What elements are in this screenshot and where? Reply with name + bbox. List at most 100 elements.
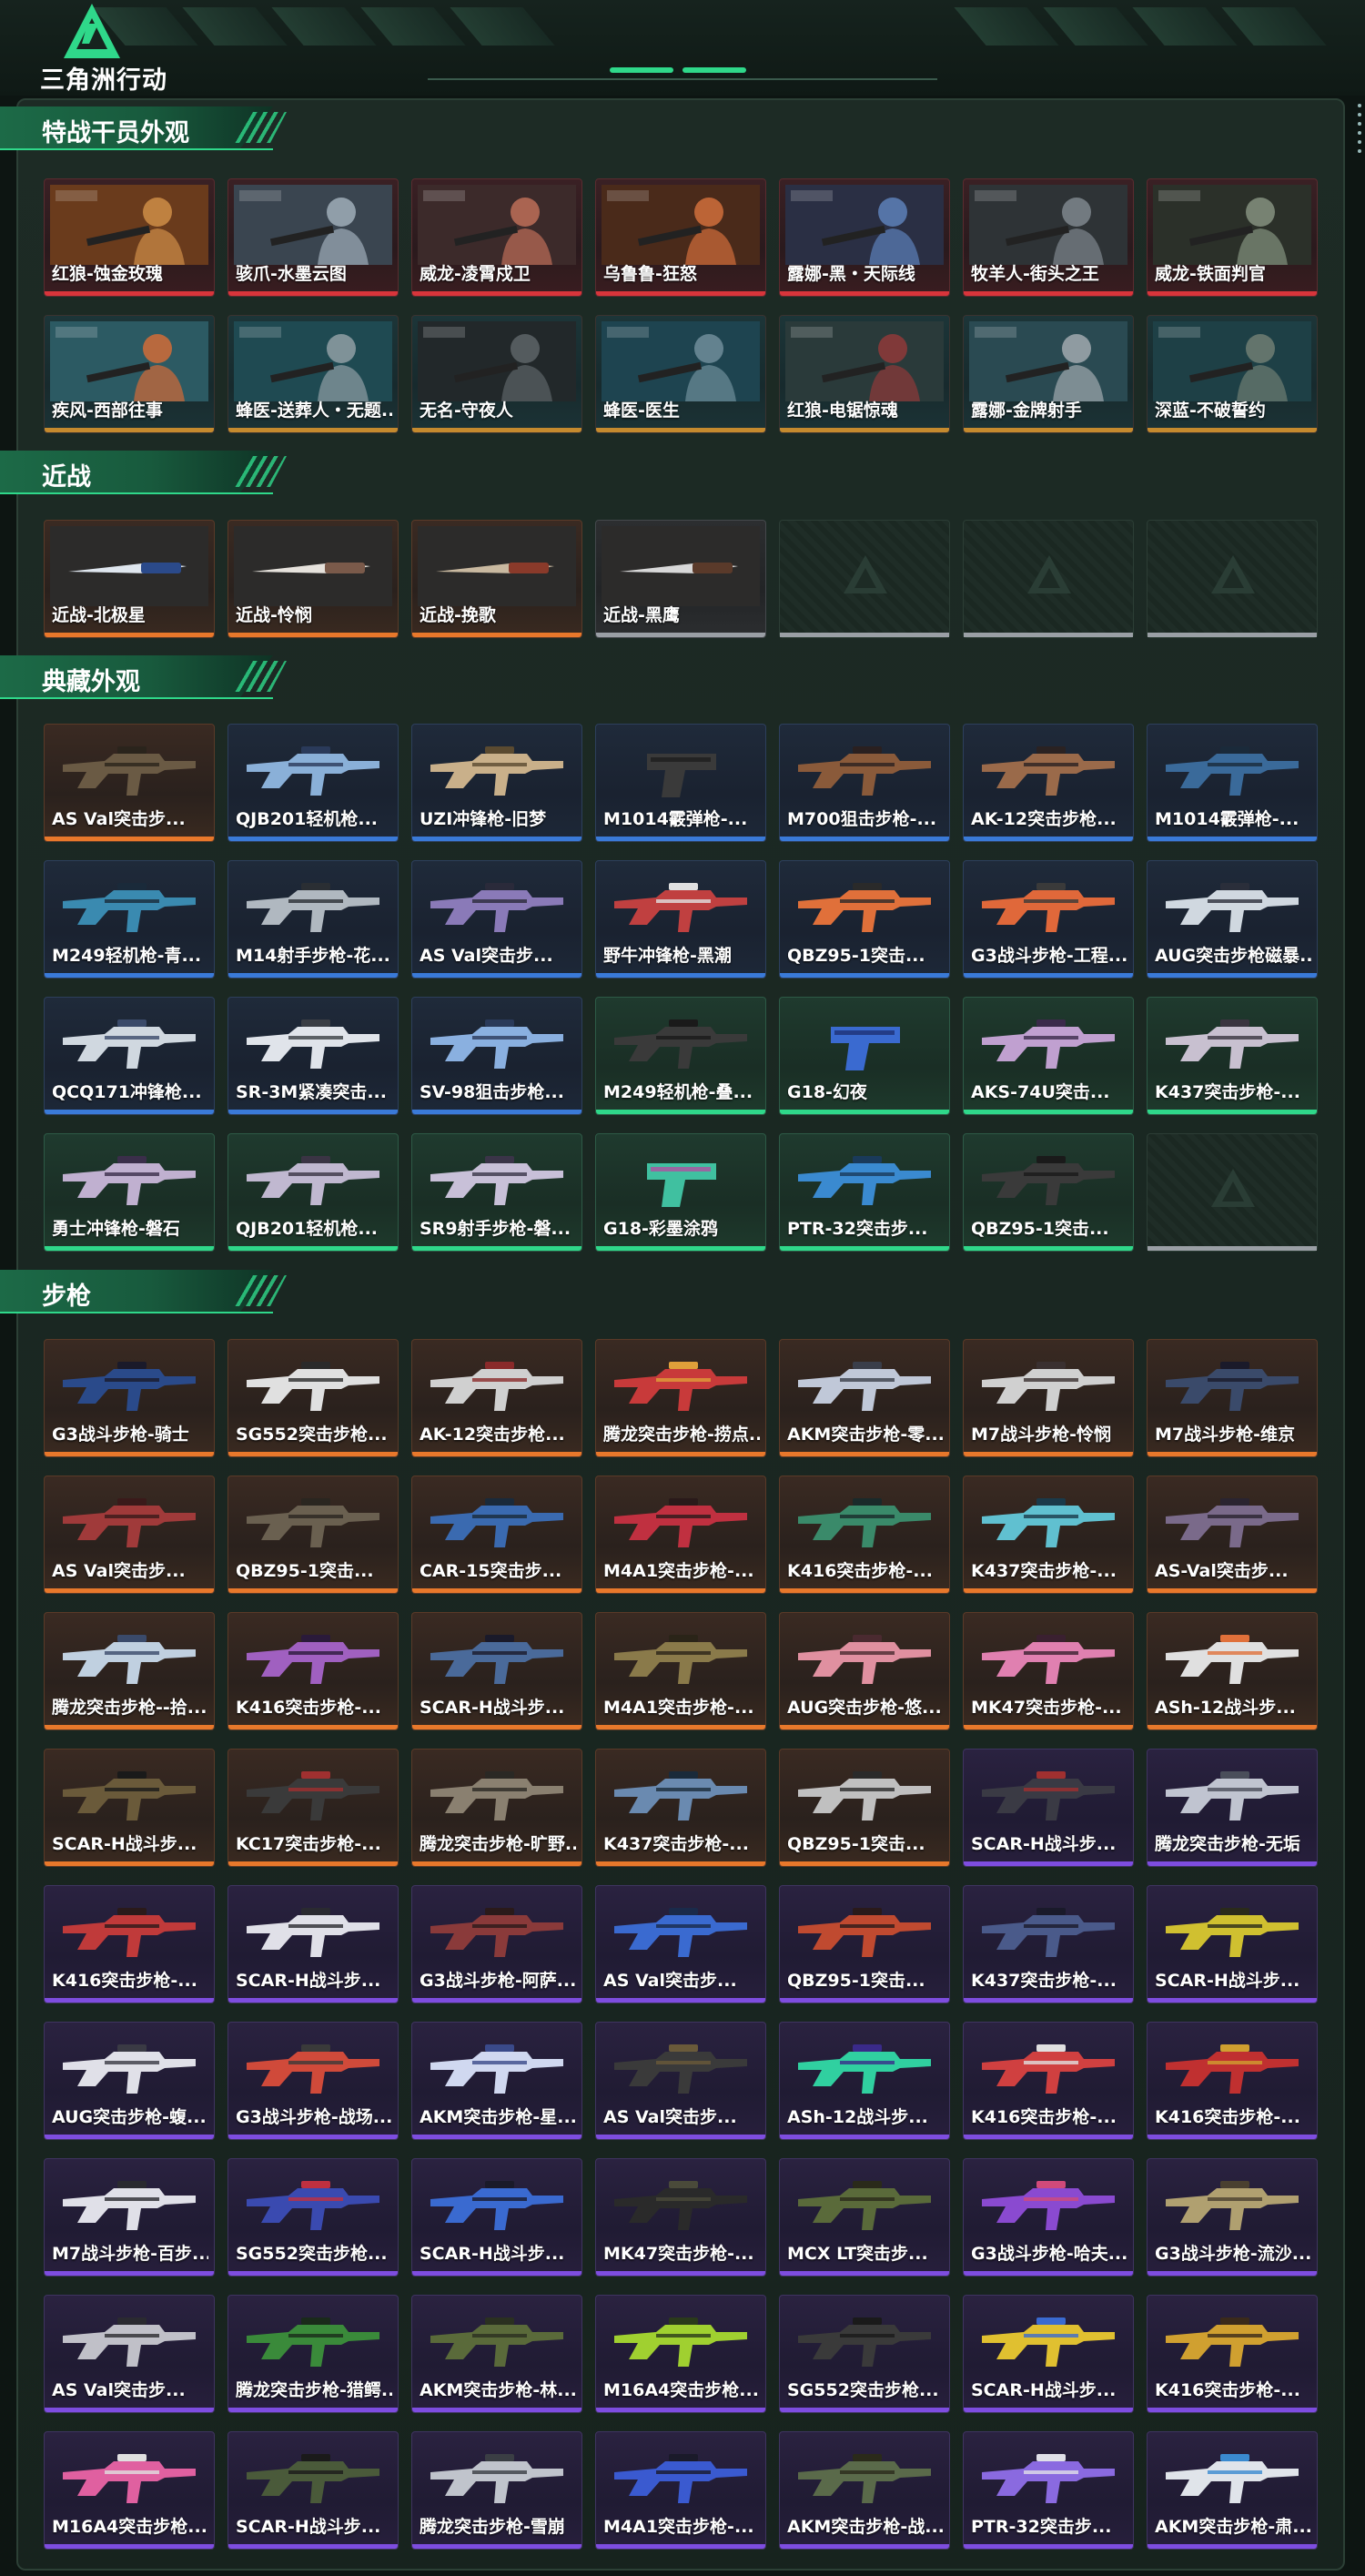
skin-card[interactable]: M4A1突击步枪-... bbox=[595, 2431, 766, 2550]
skin-card[interactable]: M700狙击步枪-... bbox=[779, 724, 950, 842]
skin-card[interactable]: MCX LT突击步... bbox=[779, 2158, 950, 2277]
skin-card[interactable]: KC17突击步枪-... bbox=[228, 1749, 399, 1867]
skin-card[interactable]: AS Val突击步... bbox=[44, 724, 215, 842]
skin-card[interactable]: M249轻机枪-青... bbox=[44, 860, 215, 979]
skin-card[interactable]: 腾龙突击步枪-旷野... bbox=[411, 1749, 582, 1867]
skin-card[interactable]: 近战-挽歌 bbox=[411, 520, 582, 638]
skin-card[interactable]: G3战斗步枪-战场... bbox=[228, 2022, 399, 2140]
skin-card[interactable]: SCAR-H战斗步... bbox=[1147, 1885, 1318, 2003]
skin-card[interactable]: K416突击步枪-... bbox=[1147, 2295, 1318, 2413]
skin-card[interactable]: M16A4突击步枪... bbox=[44, 2431, 215, 2550]
skin-card[interactable]: 蜂医-医生 bbox=[595, 315, 766, 433]
skin-card[interactable]: AKM突击步枪-肃... bbox=[1147, 2431, 1318, 2550]
skin-card[interactable]: M1014霰弹枪-... bbox=[595, 724, 766, 842]
skin-card[interactable]: K437突击步枪-... bbox=[1147, 997, 1318, 1115]
skin-card[interactable]: 威龙-铁面判官 bbox=[1147, 178, 1318, 297]
skin-card[interactable]: SCAR-H战斗步... bbox=[963, 1749, 1134, 1867]
skin-card[interactable]: CAR-15突击步... bbox=[411, 1476, 582, 1594]
skin-card[interactable]: QCQ171冲锋枪... bbox=[44, 997, 215, 1115]
skin-card[interactable]: SG552突击步枪... bbox=[228, 2158, 399, 2277]
skin-card[interactable]: M14射手步枪-花... bbox=[228, 860, 399, 979]
skin-card[interactable]: 蜂医-送葬人・无题... bbox=[228, 315, 399, 433]
skin-card[interactable]: G3战斗步枪-流沙... bbox=[1147, 2158, 1318, 2277]
skin-card[interactable]: AKS-74U突击... bbox=[963, 997, 1134, 1115]
skin-card[interactable]: MK47突击步枪-... bbox=[595, 2158, 766, 2277]
skin-card[interactable]: SCAR-H战斗步... bbox=[44, 1749, 215, 1867]
skin-card[interactable]: QBZ95-1突击... bbox=[779, 1885, 950, 2003]
skin-card[interactable]: AUG突击步枪磁暴... bbox=[1147, 860, 1318, 979]
skin-card[interactable]: AK-12突击步枪... bbox=[411, 1339, 582, 1457]
skin-card[interactable]: AS-Val突击步... bbox=[1147, 1476, 1318, 1594]
skin-card[interactable]: QJB201轻机枪... bbox=[228, 724, 399, 842]
skin-card[interactable]: 乌鲁鲁-狂怒 bbox=[595, 178, 766, 297]
skin-card[interactable]: G3战斗步枪-哈夫... bbox=[963, 2158, 1134, 2277]
skin-card[interactable]: AUG突击步枪-蝮... bbox=[44, 2022, 215, 2140]
skin-card[interactable]: AKM突击步枪-林... bbox=[411, 2295, 582, 2413]
skin-card[interactable]: 红狼-蚀金玫瑰 bbox=[44, 178, 215, 297]
skin-card[interactable]: M7战斗步枪-维京 bbox=[1147, 1339, 1318, 1457]
skin-card[interactable]: ASh-12战斗步... bbox=[779, 2022, 950, 2140]
skin-card[interactable]: AKM突击步枪-星... bbox=[411, 2022, 582, 2140]
skin-card[interactable]: AS Val突击步... bbox=[44, 1476, 215, 1594]
skin-card[interactable]: M16A4突击步枪... bbox=[595, 2295, 766, 2413]
skin-card[interactable]: AUG突击步枪-悠... bbox=[779, 1612, 950, 1730]
skin-card[interactable]: 骇爪-水墨云图 bbox=[228, 178, 399, 297]
skin-card[interactable]: G3战斗步枪-骑士 bbox=[44, 1339, 215, 1457]
skin-card[interactable]: K416突击步枪-... bbox=[228, 1612, 399, 1730]
skin-card[interactable]: SG552突击步枪... bbox=[228, 1339, 399, 1457]
skin-card[interactable]: UZI冲锋枪-旧梦 bbox=[411, 724, 582, 842]
skin-card[interactable]: K437突击步枪-... bbox=[963, 1476, 1134, 1594]
skin-card[interactable]: M4A1突击步枪-... bbox=[595, 1612, 766, 1730]
skin-card[interactable]: ASh-12战斗步... bbox=[1147, 1612, 1318, 1730]
skin-card[interactable]: AS Val突击步... bbox=[411, 860, 582, 979]
skin-card[interactable]: 腾龙突击步枪-捞点... bbox=[595, 1339, 766, 1457]
skin-card[interactable]: SCAR-H战斗步... bbox=[411, 2158, 582, 2277]
skin-card[interactable]: PTR-32突击步... bbox=[779, 1133, 950, 1252]
skin-card[interactable]: SR-3M紧凑突击... bbox=[228, 997, 399, 1115]
skin-card[interactable]: AKM突击步枪-零... bbox=[779, 1339, 950, 1457]
skin-card[interactable]: K416突击步枪-... bbox=[1147, 2022, 1318, 2140]
skin-card[interactable]: 红狼-电锯惊魂 bbox=[779, 315, 950, 433]
skin-card[interactable]: M7战斗步枪-怜悯 bbox=[963, 1339, 1134, 1457]
skin-card[interactable]: K437突击步枪-... bbox=[963, 1885, 1134, 2003]
skin-card[interactable]: SCAR-H战斗步... bbox=[411, 1612, 582, 1730]
skin-card[interactable]: SR9射手步枪-磐... bbox=[411, 1133, 582, 1252]
skin-card[interactable]: AS Val突击步... bbox=[595, 1885, 766, 2003]
skin-card[interactable]: SCAR-H战斗步... bbox=[228, 1885, 399, 2003]
skin-card[interactable]: SG552突击步枪... bbox=[779, 2295, 950, 2413]
skin-card[interactable]: 近战-怜悯 bbox=[228, 520, 399, 638]
skin-card[interactable]: 深蓝-不破誓约 bbox=[1147, 315, 1318, 433]
skin-card[interactable]: SV-98狙击步枪... bbox=[411, 997, 582, 1115]
skin-card[interactable]: 无名-守夜人 bbox=[411, 315, 582, 433]
skin-card[interactable]: MK47突击步枪-... bbox=[963, 1612, 1134, 1730]
skin-card[interactable]: QBZ95-1突击... bbox=[963, 1133, 1134, 1252]
skin-card[interactable]: M4A1突击步枪-... bbox=[595, 1476, 766, 1594]
skin-card[interactable]: 露娜-金牌射手 bbox=[963, 315, 1134, 433]
skin-card[interactable]: 威龙-凌霄戍卫 bbox=[411, 178, 582, 297]
skin-card[interactable]: K416突击步枪-... bbox=[963, 2022, 1134, 2140]
skin-card[interactable]: G3战斗步枪-阿萨... bbox=[411, 1885, 582, 2003]
skin-card[interactable]: K437突击步枪-... bbox=[595, 1749, 766, 1867]
skin-card[interactable]: 腾龙突击步枪-雪崩 bbox=[411, 2431, 582, 2550]
scrollbar-handle[interactable] bbox=[1354, 98, 1365, 162]
skin-card[interactable]: SCAR-H战斗步... bbox=[963, 2295, 1134, 2413]
skin-card[interactable]: 露娜-黑・天际线 bbox=[779, 178, 950, 297]
skin-card[interactable]: G18-彩墨涂鸦 bbox=[595, 1133, 766, 1252]
skin-card[interactable]: 疾风-西部往事 bbox=[44, 315, 215, 433]
skin-card[interactable]: M249轻机枪-叠... bbox=[595, 997, 766, 1115]
skin-card[interactable]: 野牛冲锋枪-黑潮 bbox=[595, 860, 766, 979]
skin-card[interactable]: QBZ95-1突击... bbox=[779, 860, 950, 979]
skin-card[interactable]: M1014霰弹枪-... bbox=[1147, 724, 1318, 842]
skin-card[interactable]: QBZ95-1突击... bbox=[779, 1749, 950, 1867]
skin-card[interactable]: M7战斗步枪-百步... bbox=[44, 2158, 215, 2277]
skin-card[interactable]: AS Val突击步... bbox=[595, 2022, 766, 2140]
skin-card[interactable]: 近战-黑鹰 bbox=[595, 520, 766, 638]
skin-card[interactable]: AS Val突击步... bbox=[44, 2295, 215, 2413]
skin-card[interactable]: 牧羊人-街头之王 bbox=[963, 178, 1134, 297]
skin-card[interactable]: 勇士冲锋枪-磐石 bbox=[44, 1133, 215, 1252]
skin-card[interactable]: K416突击步枪-... bbox=[44, 1885, 215, 2003]
skin-card[interactable]: AK-12突击步枪... bbox=[963, 724, 1134, 842]
skin-card[interactable]: 近战-北极星 bbox=[44, 520, 215, 638]
skin-card[interactable]: QBZ95-1突击... bbox=[228, 1476, 399, 1594]
skin-card[interactable]: 腾龙突击步枪-猎鳄... bbox=[228, 2295, 399, 2413]
